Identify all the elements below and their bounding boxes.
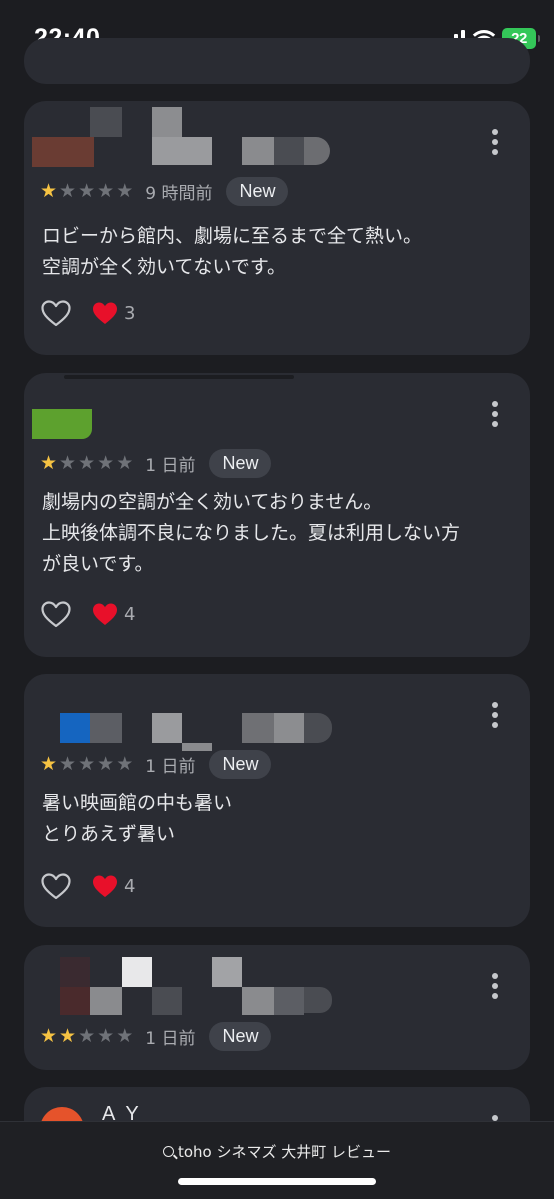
review-text: ロビーから館内、劇場に至るまで全て熱い。 空調が全く効いてないです。 [42,225,423,278]
review-text: 暑い映画館の中も暑い とりあえず暑い [42,792,233,845]
star-rating: ★ ★ ★ ★ ★ [40,179,134,202]
star-icon: ★ [116,179,134,202]
rating-row: ★ ★ ★ ★ ★ 1 日前 New [40,448,272,478]
star-rating: ★ ★ ★ ★ ★ [40,752,134,775]
reaction-count: 4 [124,875,136,897]
review-text: 劇場内の空調が全く効いておりません。 上映後体調不良になりました。夏は利用しない… [42,491,461,575]
search-icon [162,1146,174,1157]
new-badge: New [209,448,272,478]
star-icon: ★ [78,752,96,775]
star-icon: ★ [59,451,77,474]
like-heart-icon[interactable] [40,600,72,628]
search-query[interactable]: toho シネマズ 大井町 レビュー [0,1141,554,1162]
review-time: 9 時間前 [145,183,213,204]
more-options-icon[interactable] [484,973,506,1001]
star-rating: ★ ★ ★ ★ ★ [40,1024,134,1047]
star-icon: ★ [59,752,77,775]
review-actions: 3 [40,298,135,328]
new-badge: New [209,749,272,779]
rating-row: ★ ★ ★ ★ ★ 1 日前 New [40,1021,272,1051]
search-query-text: toho シネマズ 大井町 レビュー [177,1143,392,1161]
like-heart-icon[interactable] [40,872,72,900]
bottom-search-bar[interactable]: toho シネマズ 大井町 レビュー [0,1121,554,1199]
more-options-icon[interactable] [484,129,506,157]
star-rating: ★ ★ ★ ★ ★ [40,451,134,474]
review-actions: 4 [40,871,135,901]
new-badge: New [226,176,289,206]
review-time: 1 日前 [145,455,196,476]
review-time: 1 日前 [145,756,196,777]
more-options-icon[interactable] [484,702,506,730]
star-icon: ★ [78,451,96,474]
more-options-icon[interactable] [484,401,506,429]
review-card: ★ ★ ★ ★ ★ 1 日前 New 暑い映画館の中も暑い とりあえず暑い 4 [24,674,530,927]
like-heart-icon[interactable] [40,299,72,327]
heart-reaction-icon[interactable] [92,301,118,325]
home-indicator[interactable] [178,1178,376,1185]
star-icon: ★ [97,179,115,202]
star-icon: ★ [116,451,134,474]
reaction-count: 3 [124,302,136,324]
heart-reaction-icon[interactable] [92,602,118,626]
star-icon: ★ [40,1024,58,1047]
review-time: 1 日前 [145,1028,196,1049]
star-icon: ★ [78,179,96,202]
previous-review-card [24,38,530,84]
star-icon: ★ [40,179,58,202]
star-icon: ★ [97,1024,115,1047]
star-icon: ★ [116,1024,134,1047]
review-card: ★ ★ ★ ★ ★ 1 日前 New 劇場内の空調が全く効いておりません。 上映… [24,373,530,657]
review-card: ★ ★ ★ ★ ★ 9 時間前 New ロビーから館内、劇場に至るまで全て熱い。… [24,101,530,355]
star-icon: ★ [116,752,134,775]
new-badge: New [209,1021,272,1051]
rating-row: ★ ★ ★ ★ ★ 1 日前 New [40,749,272,779]
heart-reaction-icon[interactable] [92,874,118,898]
review-actions: 4 [40,599,135,629]
star-icon: ★ [40,752,58,775]
reaction-count: 4 [124,603,136,625]
star-icon: ★ [97,451,115,474]
star-icon: ★ [59,1024,77,1047]
review-card: ★ ★ ★ ★ ★ 1 日前 New [24,945,530,1070]
star-icon: ★ [59,179,77,202]
star-icon: ★ [40,451,58,474]
rating-row: ★ ★ ★ ★ ★ 9 時間前 New [40,176,289,206]
star-icon: ★ [78,1024,96,1047]
star-icon: ★ [97,752,115,775]
